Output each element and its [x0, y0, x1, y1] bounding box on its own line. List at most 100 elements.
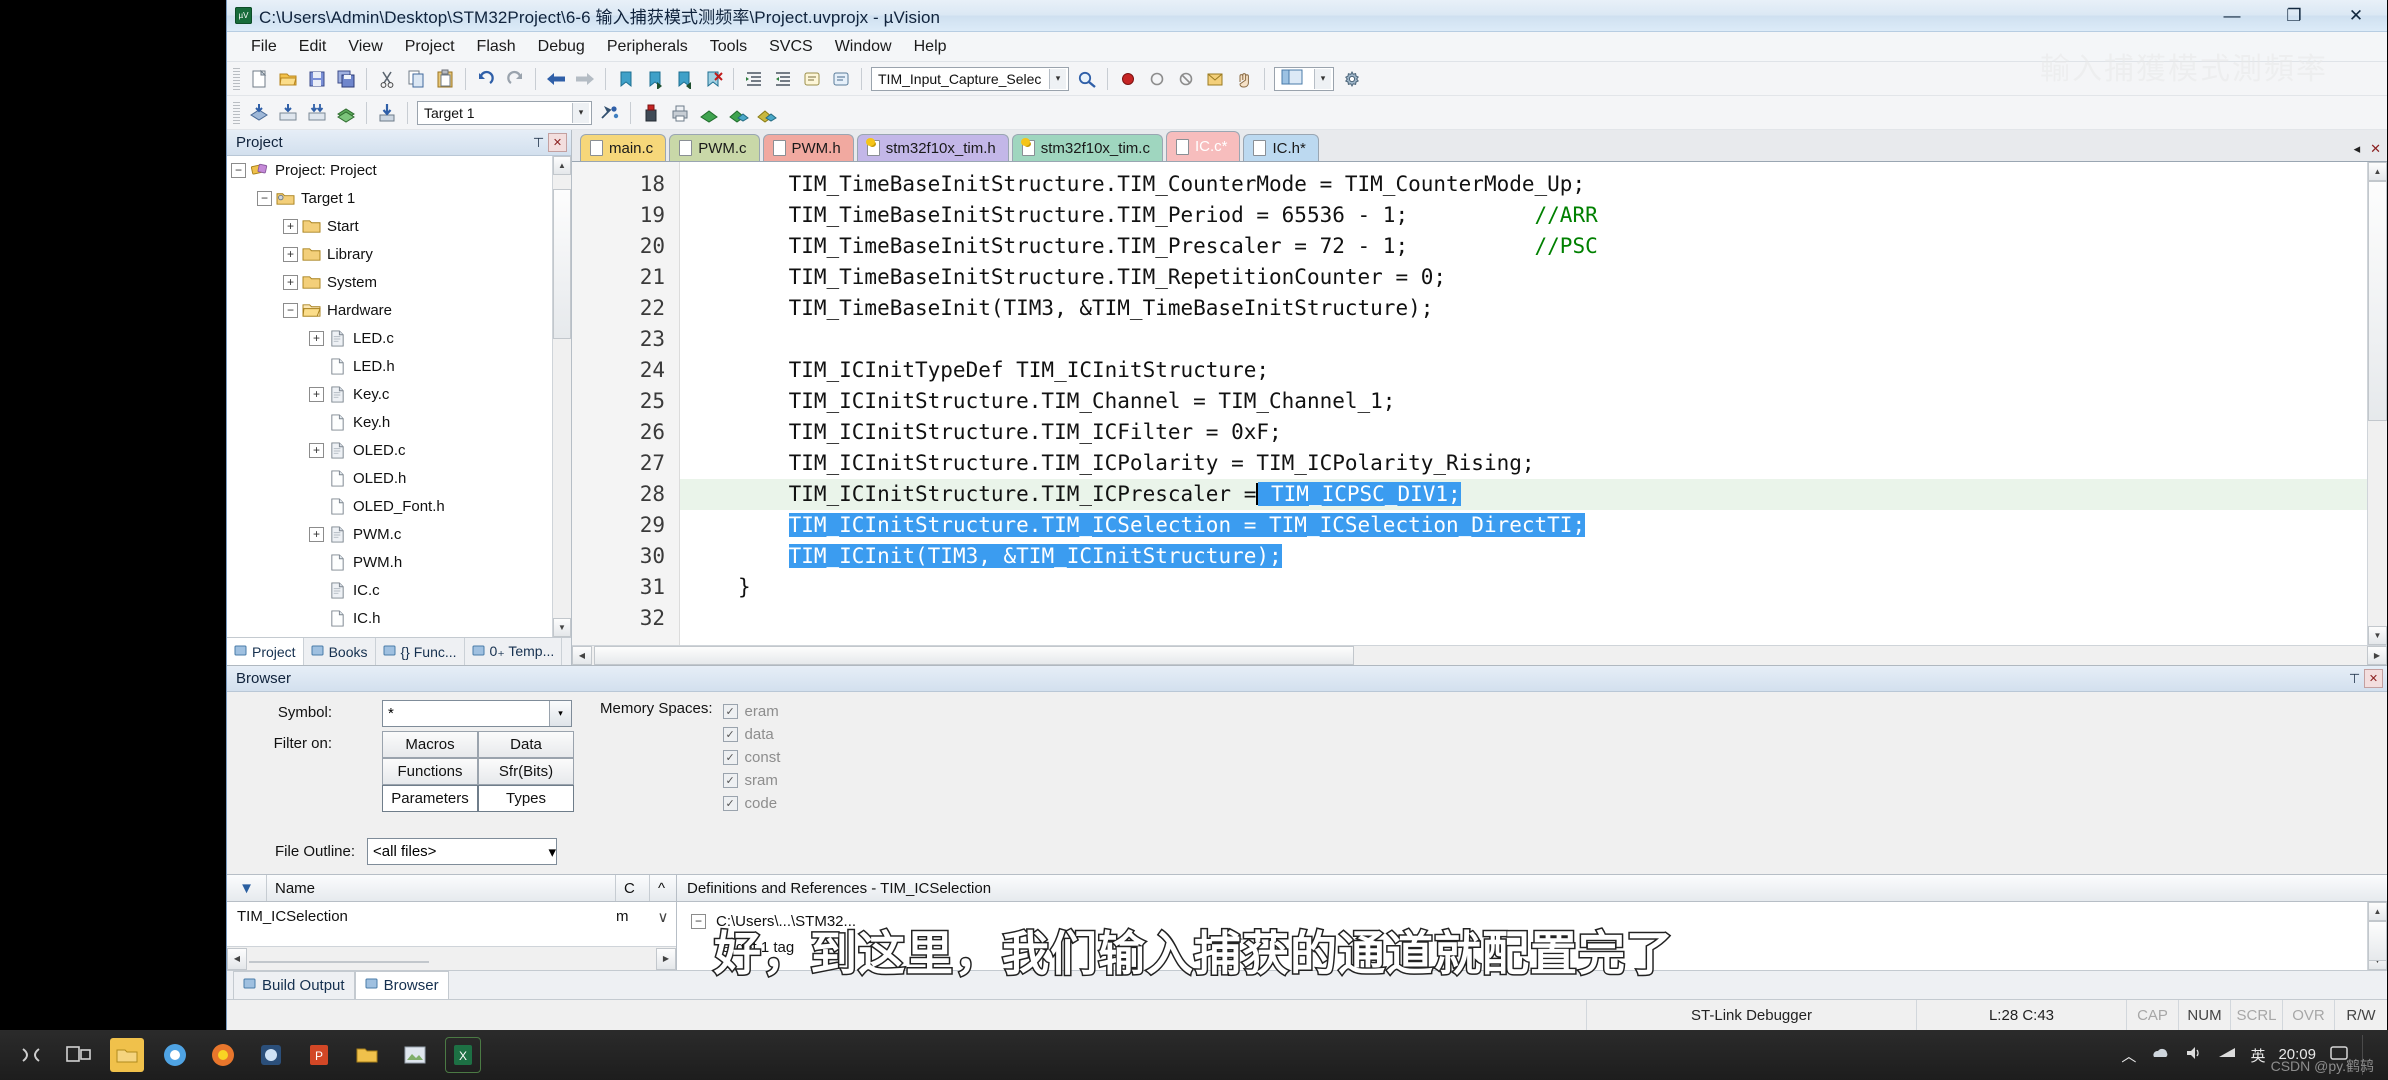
target-select[interactable]: Target 1 ▾: [417, 100, 592, 125]
copy-icon[interactable]: [402, 66, 430, 92]
forward-icon[interactable]: [571, 66, 599, 92]
chevron-down-icon[interactable]: ▾: [1314, 68, 1331, 89]
pin-icon[interactable]: ⊤: [2345, 669, 2364, 688]
filter-button-data[interactable]: Data: [478, 731, 574, 758]
sort-ascending-icon[interactable]: ^: [650, 875, 676, 901]
tree-item[interactable]: LED.h: [227, 352, 571, 380]
build-icon[interactable]: [245, 100, 273, 126]
expand-icon[interactable]: +: [309, 330, 324, 346]
cut-icon[interactable]: [373, 66, 401, 92]
filter-button-functions[interactable]: Functions: [382, 758, 478, 785]
project-panel-tab[interactable]: Books: [304, 638, 376, 665]
tree-item[interactable]: + LED.c: [227, 324, 571, 352]
tree-item[interactable]: − Hardware: [227, 296, 571, 324]
expand-icon[interactable]: +: [309, 386, 324, 402]
code-line[interactable]: TIM_ICInit(TIM3, &TIM_ICInitStructure);: [680, 541, 2367, 572]
undo-icon[interactable]: [472, 66, 500, 92]
close-button[interactable]: ✕: [2325, 0, 2387, 32]
file-outline-select[interactable]: <all files> ▾: [367, 838, 558, 865]
code-line[interactable]: }: [680, 572, 2367, 603]
code-line[interactable]: TIM_TimeBaseInitStructure.TIM_Period = 6…: [680, 200, 2367, 231]
filter-button-sfr-bits-[interactable]: Sfr(Bits): [478, 758, 574, 785]
manage-project-icon[interactable]: [637, 100, 665, 126]
scroll-left-icon[interactable]: ◀: [572, 646, 592, 665]
symbol-input[interactable]: * ▾: [382, 700, 572, 727]
cortana-icon[interactable]: [14, 1038, 48, 1072]
code-line[interactable]: TIM_ICInitTypeDef TIM_ICInitStructure;: [680, 355, 2367, 386]
download-icon[interactable]: [373, 100, 401, 126]
memory-space-row[interactable]: ✓ code: [722, 792, 781, 815]
memory-space-row[interactable]: ✓ sram: [722, 769, 781, 792]
vlc-icon[interactable]: [254, 1038, 288, 1072]
bookmark-icon[interactable]: [612, 66, 640, 92]
scroll-thumb[interactable]: [249, 960, 429, 963]
chevron-down-icon[interactable]: ▾: [549, 701, 571, 726]
checkbox[interactable]: ✓: [722, 704, 738, 719]
memory-space-row[interactable]: ✓ const: [722, 746, 780, 769]
column-name[interactable]: Name: [267, 875, 616, 901]
save-icon[interactable]: [303, 66, 331, 92]
comment-icon[interactable]: [798, 66, 826, 92]
tree-item[interactable]: + Key.c: [227, 380, 571, 408]
tree-item[interactable]: + System: [227, 268, 571, 296]
scroll-right-icon[interactable]: ▶: [2367, 646, 2387, 665]
tree-item[interactable]: PWM.h: [227, 548, 571, 576]
close-icon[interactable]: ✕: [548, 133, 567, 152]
network-icon[interactable]: [2217, 1045, 2237, 1065]
menu-item-view[interactable]: View: [337, 35, 393, 59]
code-line[interactable]: TIM_TimeBaseInitStructure.TIM_Repetition…: [680, 262, 2367, 293]
project-tree-scrollbar[interactable]: ▲ ▼: [552, 156, 571, 637]
code-line[interactable]: [680, 324, 2367, 355]
expand-icon[interactable]: +: [283, 246, 298, 262]
code-line[interactable]: TIM_ICInitStructure.TIM_ICPrescaler = TI…: [680, 479, 2367, 510]
code-line[interactable]: TIM_TimeBaseInit(TIM3, &TIM_TimeBaseInit…: [680, 293, 2367, 324]
excel-icon[interactable]: X: [445, 1037, 481, 1073]
filter-button-parameters[interactable]: Parameters: [382, 785, 478, 812]
tree-item[interactable]: + Start: [227, 212, 571, 240]
menu-item-svcs[interactable]: SVCS: [758, 35, 824, 59]
find-in-files-icon[interactable]: [1073, 66, 1101, 92]
menu-item-window[interactable]: Window: [824, 35, 903, 59]
tree-item[interactable]: Key.h: [227, 408, 571, 436]
scroll-down-icon[interactable]: ▼: [553, 618, 571, 637]
expand-icon[interactable]: +: [309, 526, 324, 542]
insert-icon[interactable]: [1201, 66, 1229, 92]
definitions-row[interactable]: Target 1 tag: [691, 934, 2387, 960]
code-line[interactable]: TIM_ICInitStructure.TIM_Channel = TIM_Ch…: [680, 386, 2367, 417]
scroll-down-icon[interactable]: ▼: [2368, 626, 2387, 645]
project-panel-tab[interactable]: 0₊ Temp...: [465, 638, 563, 665]
packs-icon[interactable]: [724, 100, 752, 126]
scroll-thumb[interactable]: [2368, 921, 2387, 961]
scroll-down-icon[interactable]: ∨: [650, 908, 676, 926]
volume-icon[interactable]: [2184, 1045, 2204, 1065]
checkbox[interactable]: ✓: [722, 773, 738, 788]
code-line[interactable]: [680, 603, 2367, 634]
toolbar-grip[interactable]: [233, 101, 240, 124]
batch-build-icon[interactable]: [303, 100, 331, 126]
checkbox[interactable]: ✓: [722, 796, 738, 811]
filter-button-macros[interactable]: Macros: [382, 731, 478, 758]
search-input[interactable]: TIM_Input_Capture_Selec ▾: [871, 66, 1069, 91]
tree-item[interactable]: − Target 1: [227, 184, 571, 212]
code-line[interactable]: TIM_TimeBaseInitStructure.TIM_CounterMod…: [680, 169, 2367, 200]
project-tree[interactable]: − Project: Project − Target 1 + Start + Library…: [227, 156, 571, 637]
bookmark-clear-icon[interactable]: [699, 66, 727, 92]
scroll-thumb[interactable]: [2368, 181, 2387, 421]
paste-icon[interactable]: [431, 66, 459, 92]
uncomment-icon[interactable]: [827, 66, 855, 92]
redo-icon[interactable]: [501, 66, 529, 92]
menu-item-tools[interactable]: Tools: [699, 35, 758, 59]
code-line[interactable]: TIM_ICInitStructure.TIM_ICSelection = TI…: [680, 510, 2367, 541]
back-icon[interactable]: [542, 66, 570, 92]
photos-icon[interactable]: [398, 1038, 432, 1072]
maximize-button[interactable]: ❐: [2263, 0, 2325, 32]
hand-icon[interactable]: [1230, 66, 1258, 92]
target-options-icon[interactable]: [596, 100, 624, 126]
code-line[interactable]: TIM_TimeBaseInitStructure.TIM_Prescaler …: [680, 231, 2367, 262]
firefox-icon[interactable]: [206, 1038, 240, 1072]
breakpoint-disable-icon[interactable]: [1143, 66, 1171, 92]
collapse-icon[interactable]: −: [691, 913, 706, 929]
bookmark-prev-icon[interactable]: [670, 66, 698, 92]
tree-item[interactable]: OLED.h: [227, 464, 571, 492]
editor-tab[interactable]: stm32f10x_tim.c: [1011, 134, 1163, 161]
